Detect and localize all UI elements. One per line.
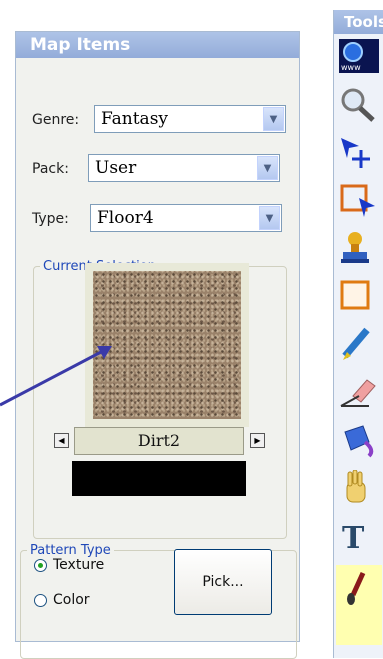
rectangle-icon[interactable] [336,277,382,315]
stamp-icon[interactable] [336,229,382,267]
pen-icon[interactable] [336,325,382,363]
fill-bucket-icon[interactable] [336,421,382,459]
svg-text:www: www [341,63,361,72]
callout-arrow [0,346,354,658]
www-icon[interactable]: www [336,37,382,75]
paintbrush-icon[interactable] [336,565,382,645]
svg-text:T: T [342,521,365,554]
select-rect-icon[interactable] [336,181,382,219]
magnifier-icon[interactable] [336,85,382,123]
tools-panel: Tools www T [333,10,383,658]
text-icon[interactable]: T [336,517,382,555]
hand-icon[interactable] [336,469,382,507]
eraser-icon[interactable] [336,373,382,411]
tools-title: Tools [334,10,383,34]
select-add-icon[interactable] [336,133,382,171]
